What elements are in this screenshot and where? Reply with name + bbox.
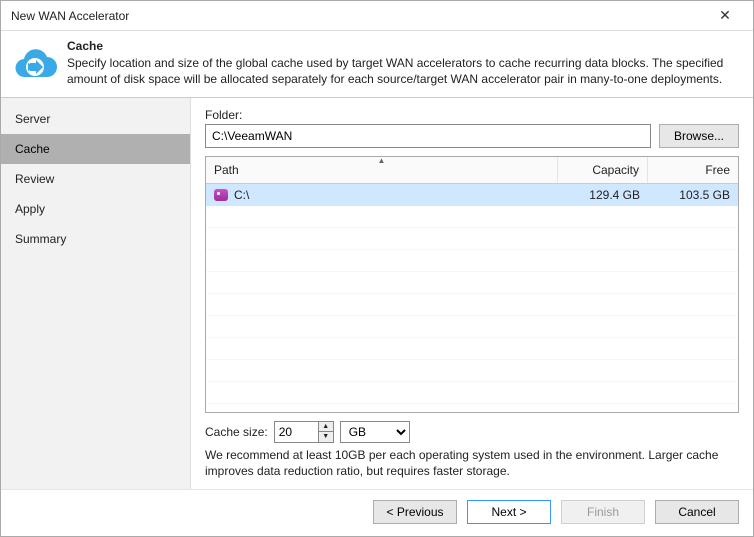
previous-button[interactable]: < Previous bbox=[373, 500, 457, 524]
col-capacity[interactable]: Capacity bbox=[558, 157, 648, 183]
header-title: Cache bbox=[67, 39, 743, 53]
finish-button: Finish bbox=[561, 500, 645, 524]
step-cache[interactable]: Cache bbox=[1, 134, 190, 164]
cache-size-input[interactable] bbox=[274, 421, 318, 443]
step-server[interactable]: Server bbox=[1, 104, 190, 134]
table-body[interactable]: C:\ 129.4 GB 103.5 GB bbox=[206, 184, 738, 411]
wizard-steps: Server Cache Review Apply Summary bbox=[1, 98, 191, 489]
cancel-button[interactable]: Cancel bbox=[655, 500, 739, 524]
window-title: New WAN Accelerator bbox=[11, 9, 129, 23]
cell-capacity: 129.4 GB bbox=[558, 188, 648, 202]
col-path[interactable]: Path ▲ bbox=[206, 157, 558, 183]
wizard-header: Cache Specify location and size of the g… bbox=[1, 31, 753, 98]
header-description: Specify location and size of the global … bbox=[67, 55, 743, 87]
cell-path: C:\ bbox=[234, 188, 249, 202]
cache-unit-select[interactable]: GB bbox=[340, 421, 410, 443]
spinner-down-icon[interactable]: ▼ bbox=[318, 431, 334, 443]
browse-button[interactable]: Browse... bbox=[659, 124, 739, 148]
folder-label: Folder: bbox=[205, 108, 739, 122]
cache-size-label: Cache size: bbox=[205, 425, 268, 439]
spinner-up-icon[interactable]: ▲ bbox=[318, 421, 334, 432]
cloud-arrow-icon bbox=[11, 39, 59, 87]
next-button[interactable]: Next > bbox=[467, 500, 551, 524]
wizard-window: New WAN Accelerator ✕ Cache Specify loca… bbox=[0, 0, 754, 537]
sort-asc-icon: ▲ bbox=[378, 156, 386, 165]
cell-free: 103.5 GB bbox=[648, 188, 738, 202]
col-free[interactable]: Free bbox=[648, 157, 738, 183]
table-row[interactable]: C:\ 129.4 GB 103.5 GB bbox=[206, 184, 738, 206]
close-button[interactable]: ✕ bbox=[705, 2, 745, 30]
table-header: Path ▲ Capacity Free bbox=[206, 157, 738, 184]
disk-icon bbox=[214, 189, 228, 201]
cache-size-spinner[interactable]: ▲ ▼ bbox=[274, 421, 334, 443]
step-summary[interactable]: Summary bbox=[1, 224, 190, 254]
folder-input[interactable] bbox=[205, 124, 651, 148]
step-apply[interactable]: Apply bbox=[1, 194, 190, 224]
wizard-footer: < Previous Next > Finish Cancel bbox=[1, 489, 753, 536]
close-icon: ✕ bbox=[719, 7, 731, 24]
title-bar: New WAN Accelerator ✕ bbox=[1, 1, 753, 31]
volumes-table: Path ▲ Capacity Free C:\ 129.4 GB 103.5 … bbox=[205, 156, 739, 412]
content-panel: Folder: Browse... Path ▲ Capacity Free bbox=[191, 98, 753, 489]
wizard-body: Server Cache Review Apply Summary Folder… bbox=[1, 98, 753, 489]
cache-hint: We recommend at least 10GB per each oper… bbox=[205, 447, 739, 479]
step-review[interactable]: Review bbox=[1, 164, 190, 194]
